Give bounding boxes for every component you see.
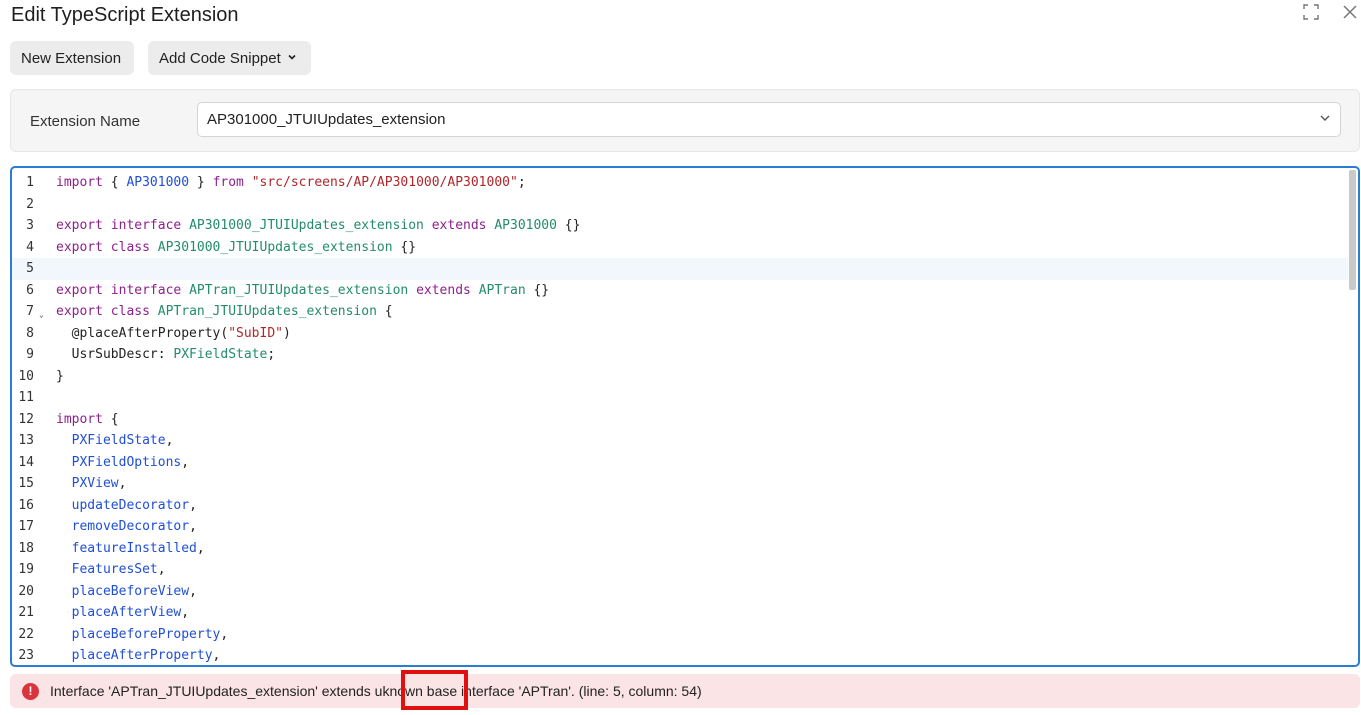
line-number: 6 — [26, 282, 34, 298]
editor-scrollbar[interactable] — [1349, 170, 1356, 290]
code-line[interactable]: 20 placeBeforeView, — [12, 581, 1348, 603]
line-number: 9 — [26, 347, 34, 362]
code-text: export interface AP301000_JTUIUpdates_ex… — [56, 218, 581, 233]
error-message: Interface 'APTran_JTUIUpdates_extension'… — [50, 683, 702, 699]
code-text: placeAfterView, — [71, 605, 190, 620]
code-line[interactable]: 5 — [12, 258, 1348, 280]
code-text: import { — [56, 411, 119, 427]
line-number: 11 — [18, 390, 34, 405]
line-number: 7 — [26, 304, 34, 319]
code-line[interactable]: 8 @placeAfterProperty("SubID") — [12, 323, 1348, 345]
line-number: 8 — [26, 325, 34, 341]
annotation-highlight-box — [401, 670, 468, 710]
code-line[interactable]: 3 export interface AP301000_JTUIUpdates_e… — [12, 215, 1348, 237]
line-number: 1 — [26, 175, 34, 190]
extension-name-select[interactable]: AP301000_JTUIUpdates_extension — [197, 102, 1341, 137]
code-text: export class APTran_JTUIUpdates_extensio… — [56, 304, 393, 319]
code-text: placeAfterProperty, — [71, 648, 221, 663]
line-number: 2 — [26, 196, 34, 212]
code-line[interactable]: 1 import { AP301000 } from "src/screens/A… — [12, 172, 1348, 194]
line-number: 4 — [26, 239, 34, 255]
new-extension-button[interactable]: New Extension — [10, 41, 134, 75]
code-line[interactable]: 17 removeDecorator, — [12, 516, 1348, 538]
code-line[interactable]: 16 updateDecorator, — [12, 495, 1348, 517]
code-line[interactable]: 7 ⌄ export class APTran_JTUIUpdates_extens… — [12, 301, 1348, 323]
code-text: UsrSubDescr: PXFieldState; — [56, 347, 276, 362]
code-line[interactable]: 2 — [12, 194, 1348, 216]
line-number: 21 — [18, 605, 34, 620]
add-code-snippet-label: Add Code Snippet — [159, 49, 281, 67]
code-text: placeBeforeProperty, — [71, 626, 229, 642]
code-text: @placeAfterProperty("SubID") — [56, 325, 291, 341]
line-number: 10 — [18, 368, 34, 384]
line-number: 18 — [18, 540, 34, 556]
code-line[interactable]: 12 import { — [12, 409, 1348, 431]
code-text: export interface APTran_JTUIUpdates_exte… — [56, 282, 550, 298]
error-icon: ! — [22, 682, 39, 700]
line-number: 13 — [18, 433, 34, 448]
code-line[interactable]: 9 UsrSubDescr: PXFieldState; — [12, 344, 1348, 366]
line-number: 20 — [18, 583, 34, 599]
code-line[interactable]: 23 placeAfterProperty, — [12, 645, 1348, 665]
code-line[interactable]: 13 PXFieldState, — [12, 430, 1348, 452]
code-text: featureInstalled, — [71, 540, 205, 556]
extension-name-value: AP301000_JTUIUpdates_extension — [207, 111, 446, 128]
extension-name-label: Extension Name — [30, 113, 141, 130]
code-text: export class AP301000_JTUIUpdates_extens… — [56, 239, 417, 255]
code-line[interactable]: 22 placeBeforeProperty, — [12, 624, 1348, 646]
code-text: FeaturesSet, — [71, 562, 166, 577]
code-line[interactable]: 15 PXView, — [12, 473, 1348, 495]
maximize-icon[interactable] — [1301, 2, 1321, 22]
code-line[interactable]: 19 FeaturesSet, — [12, 559, 1348, 581]
chevron-down-icon — [1319, 112, 1331, 127]
code-text: placeBeforeView, — [71, 583, 197, 599]
line-number: 5 — [26, 261, 34, 276]
code-line[interactable]: 6 export interface APTran_JTUIUpdates_ext… — [12, 280, 1348, 302]
code-line[interactable]: 21 placeAfterView, — [12, 602, 1348, 624]
line-number: 14 — [18, 454, 34, 470]
code-text: PXFieldState, — [71, 433, 174, 448]
code-editor[interactable]: 1 import { AP301000 } from "src/screens/A… — [10, 166, 1360, 667]
line-number: 19 — [18, 562, 34, 577]
dialog-title: Edit TypeScript Extension — [11, 4, 239, 26]
code-text: } — [56, 368, 64, 384]
code-text: PXView, — [71, 476, 127, 491]
chevron-down-icon — [287, 52, 297, 65]
line-number: 17 — [18, 519, 34, 534]
code-line[interactable]: 4 export class AP301000_JTUIUpdates_exten… — [12, 237, 1348, 259]
line-number: 12 — [18, 411, 34, 427]
code-line[interactable]: 18 featureInstalled, — [12, 538, 1348, 560]
line-number: 22 — [18, 626, 34, 642]
code-text: updateDecorator, — [71, 497, 197, 513]
code-text: import { AP301000 } from "src/screens/AP… — [56, 175, 526, 190]
line-number: 3 — [26, 218, 34, 233]
close-icon[interactable] — [1340, 2, 1360, 22]
add-code-snippet-button[interactable]: Add Code Snippet — [148, 41, 311, 75]
line-number: 23 — [18, 648, 34, 663]
new-extension-label: New Extension — [21, 49, 122, 67]
line-number: 16 — [18, 497, 34, 513]
code-line[interactable]: 10} — [12, 366, 1348, 388]
extension-name-panel: Extension Name AP301000_JTUIUpdates_exte… — [10, 89, 1360, 152]
error-banner: ! Interface 'APTran_JTUIUpdates_extensio… — [10, 674, 1360, 708]
code-line[interactable]: 14 PXFieldOptions, — [12, 452, 1348, 474]
code-text: PXFieldOptions, — [71, 454, 190, 470]
line-number: 15 — [18, 476, 34, 491]
code-line[interactable]: 11 — [12, 387, 1348, 409]
code-text: removeDecorator, — [71, 519, 197, 534]
